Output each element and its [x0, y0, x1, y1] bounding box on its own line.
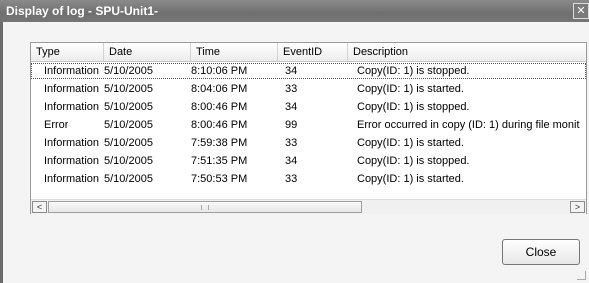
cell-event-id: 33	[285, 83, 298, 95]
log-list[interactable]: Type Date Time EventID Description Infor…	[30, 42, 587, 214]
cell-time: 8:00:46 PM	[191, 101, 248, 113]
table-row[interactable]: Information 5/10/2005 8:10:06 PM 34 Copy(ID:…	[31, 63, 586, 79]
cell-date: 5/10/2005	[104, 155, 153, 167]
grip-icon	[201, 205, 209, 210]
cell-type: Information	[44, 65, 100, 77]
column-header-date[interactable]: Date	[104, 43, 191, 61]
cell-type: Information	[44, 155, 100, 167]
close-button[interactable]: Close	[502, 239, 580, 265]
cell-type: Information	[44, 101, 100, 113]
table-row[interactable]: Information 5/10/2005 7:50:53 PM 33 Copy(ID:…	[31, 171, 586, 187]
cell-event-id: 34	[285, 101, 298, 113]
column-header: Type Date Time EventID Description	[31, 43, 586, 62]
cell-type: Information	[44, 173, 100, 185]
cell-date: 5/10/2005	[104, 83, 153, 95]
cell-date: 5/10/2005	[104, 65, 153, 77]
table-row[interactable]: Information 5/10/2005 7:51:35 PM 34 Copy(ID:…	[31, 153, 586, 169]
cell-description: Copy(ID: 1) is stopped.	[357, 101, 470, 113]
cell-time: 7:50:53 PM	[191, 173, 248, 185]
column-header-eventid[interactable]: EventID	[278, 43, 348, 61]
cell-event-id: 33	[285, 173, 298, 185]
cell-description: Copy(ID: 1) is stopped.	[357, 65, 470, 77]
log-dialog: Display of log - SPU-Unit1- ✕ Type Date …	[0, 0, 589, 283]
cell-type: Error	[44, 119, 69, 131]
cell-time: 8:10:06 PM	[191, 65, 248, 77]
cell-time: 8:04:06 PM	[191, 83, 248, 95]
column-header-type[interactable]: Type	[31, 43, 104, 61]
title-bar[interactable]: Display of log - SPU-Unit1- ✕	[0, 0, 589, 22]
cell-event-id: 99	[285, 119, 298, 131]
cell-event-id: 33	[285, 137, 298, 149]
table-row[interactable]: Error 5/10/2005 8:00:46 PM 99 Error occurred…	[31, 117, 586, 133]
table-row[interactable]: Information 5/10/2005 8:04:06 PM 33 Copy(ID:…	[31, 81, 586, 97]
table-row[interactable]: Information 5/10/2005 7:59:38 PM 33 Copy(ID:…	[31, 135, 586, 151]
table-row[interactable]: Information 5/10/2005 8:00:46 PM 34 Copy(ID:…	[31, 99, 586, 115]
cell-time: 7:51:35 PM	[191, 155, 248, 167]
cell-type: Information	[44, 137, 100, 149]
resize-grip-icon[interactable]	[577, 271, 586, 280]
scroll-left-button[interactable]: <	[32, 201, 47, 213]
cell-description: Copy(ID: 1) is started.	[357, 173, 464, 185]
window-frame	[0, 22, 3, 283]
column-header-time[interactable]: Time	[191, 43, 278, 61]
scroll-right-button[interactable]: >	[570, 201, 585, 213]
cell-date: 5/10/2005	[104, 101, 153, 113]
cell-date: 5/10/2005	[104, 119, 153, 131]
cell-date: 5/10/2005	[104, 173, 153, 185]
cell-date: 5/10/2005	[104, 137, 153, 149]
cell-description: Copy(ID: 1) is started.	[357, 83, 464, 95]
cell-event-id: 34	[285, 65, 298, 77]
cell-description: Copy(ID: 1) is stopped.	[357, 155, 470, 167]
cell-type: Information	[44, 83, 100, 95]
horizontal-scrollbar[interactable]: < >	[31, 199, 586, 214]
column-header-description[interactable]: Description	[348, 43, 586, 61]
window-title: Display of log - SPU-Unit1-	[6, 4, 159, 18]
scroll-thumb[interactable]	[48, 201, 362, 213]
cell-time: 8:00:46 PM	[191, 119, 248, 131]
cell-description: Error occurred in copy (ID: 1) during fi…	[357, 119, 580, 131]
close-icon[interactable]: ✕	[573, 3, 589, 19]
cell-event-id: 34	[285, 155, 298, 167]
cell-time: 7:59:38 PM	[191, 137, 248, 149]
cell-description: Copy(ID: 1) is started.	[357, 137, 464, 149]
